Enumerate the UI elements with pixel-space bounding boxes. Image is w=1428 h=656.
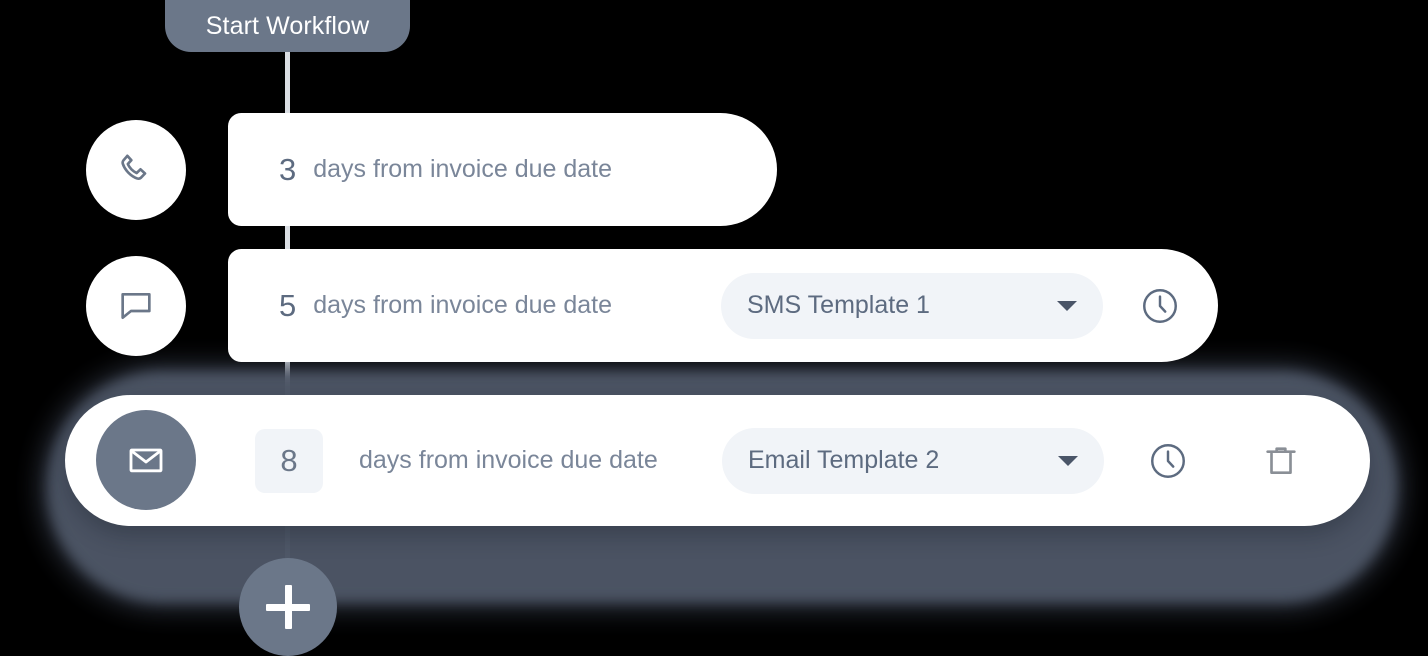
chat-bubble-icon	[116, 286, 156, 326]
step-2-template-value: SMS Template 1	[747, 291, 930, 319]
step-2-template-select[interactable]: SMS Template 1	[721, 272, 1103, 339]
add-step-button[interactable]	[239, 558, 337, 656]
step-1-days-label: days from invoice due date	[313, 155, 613, 183]
step-2-card[interactable]: 5 days from invoice due date SMS Templat…	[228, 249, 1218, 362]
chevron-down-icon	[1057, 300, 1077, 311]
step-2-channel-icon-badge[interactable]	[86, 256, 186, 356]
start-workflow-label: Start Workflow	[205, 11, 370, 40]
clock-icon	[1147, 440, 1189, 482]
step-2-schedule-button[interactable]	[1138, 284, 1182, 328]
step-2-days-label: days from invoice due date	[313, 291, 613, 319]
plus-icon-vertical	[284, 585, 292, 629]
step-3-channel-icon-badge[interactable]	[96, 410, 196, 510]
workflow-canvas: Start Workflow 3 days from invoice due d…	[0, 0, 1428, 656]
step-3-template-value: Email Template 2	[748, 446, 940, 474]
chevron-down-icon	[1058, 455, 1078, 466]
step-3-days-label: days from invoice due date	[359, 446, 658, 474]
phone-icon	[116, 150, 156, 190]
start-workflow-button[interactable]: Start Workflow	[165, 0, 410, 52]
step-3-schedule-button[interactable]	[1146, 439, 1190, 483]
step-3-template-select[interactable]: Email Template 2	[722, 427, 1104, 494]
trash-icon	[1261, 441, 1301, 481]
step-2-days-value[interactable]: 5	[279, 288, 296, 324]
step-1-channel-icon-badge[interactable]	[86, 120, 186, 220]
step-1-days-value[interactable]: 3	[279, 152, 296, 188]
step-1-card[interactable]: 3 days from invoice due date	[228, 113, 777, 226]
envelope-icon	[126, 440, 166, 480]
clock-icon	[1139, 285, 1181, 327]
step-3-days-value: 8	[280, 442, 298, 478]
step-3-delete-button[interactable]	[1259, 439, 1303, 483]
step-3-card[interactable]: 8 days from invoice due date Email Templ…	[65, 395, 1370, 526]
step-3-days-input[interactable]: 8	[255, 428, 323, 493]
